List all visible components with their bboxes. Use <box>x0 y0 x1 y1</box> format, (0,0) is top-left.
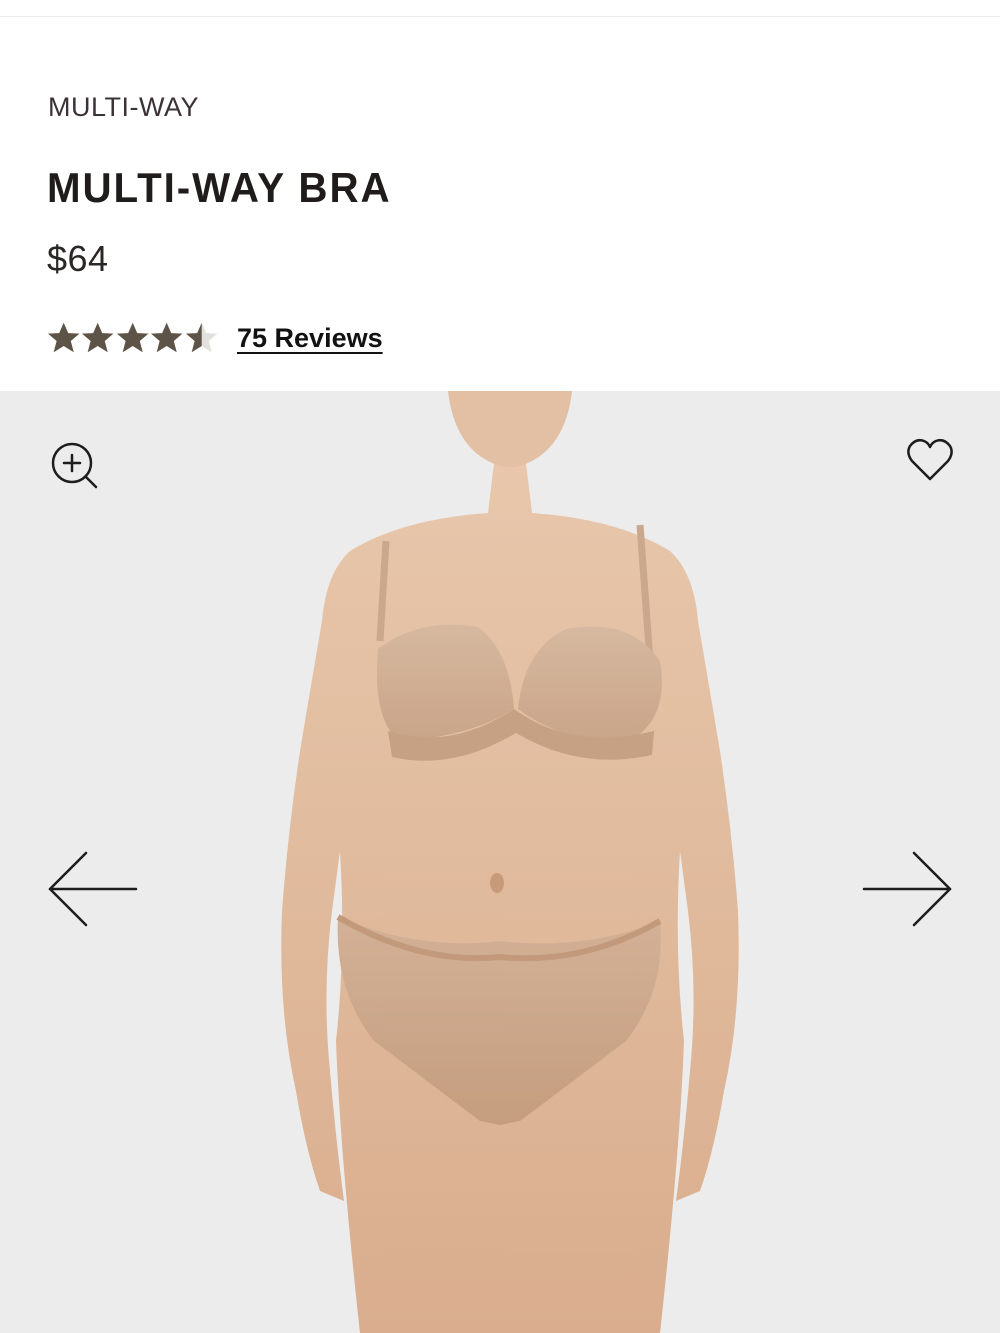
heart-outline-icon[interactable] <box>904 435 956 485</box>
header-divider <box>0 16 1000 17</box>
star-icon <box>47 322 80 353</box>
product-price: $64 <box>47 238 109 279</box>
arrow-right-icon[interactable] <box>860 849 954 929</box>
product-image-gallery[interactable] <box>0 391 1000 1333</box>
star-icon <box>185 322 218 353</box>
star-icon <box>151 322 183 353</box>
star-icon <box>82 322 114 353</box>
product-page: MULTI-WAY MULTI-WAY BRA $64 75 Reviews <box>0 0 1000 1333</box>
product-title: MULTI-WAY BRA <box>47 164 392 211</box>
star-rating <box>47 321 219 355</box>
product-image <box>0 391 1000 1333</box>
collection-label: MULTI-WAY <box>48 92 199 122</box>
reviews-link[interactable]: 75 Reviews <box>237 323 383 354</box>
zoom-in-icon[interactable] <box>48 439 104 495</box>
star-icon <box>116 322 149 353</box>
rating-row: 75 Reviews <box>47 318 383 358</box>
arrow-left-icon[interactable] <box>46 849 140 929</box>
